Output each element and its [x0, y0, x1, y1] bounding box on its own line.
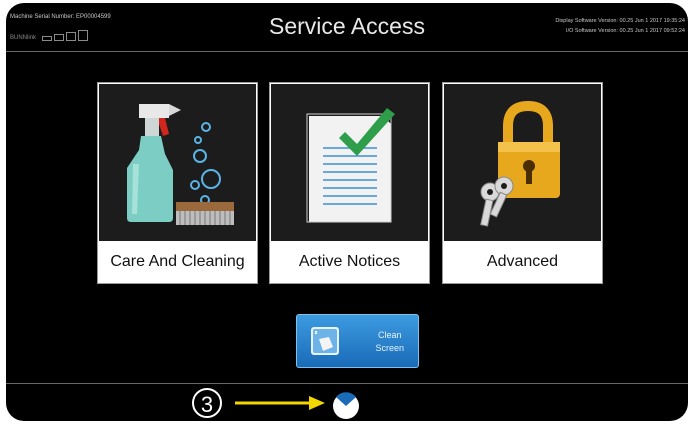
- header: Machine Serial Number: EP00004599 BUNNli…: [6, 3, 688, 51]
- arrow-icon: [235, 396, 325, 410]
- active-notices-label: Active Notices: [298, 253, 401, 270]
- clean-screen-label-line1: Clean: [377, 330, 402, 340]
- care-and-cleaning-button[interactable]: Care And Cleaning: [97, 82, 258, 284]
- wipe-screen-icon: [311, 327, 339, 355]
- footer-divider: [6, 383, 688, 384]
- care-and-cleaning-label: Care And Cleaning: [110, 253, 245, 270]
- header-divider: [6, 51, 688, 52]
- home-button[interactable]: [331, 391, 361, 421]
- clean-screen-label-line2: Screen: [375, 343, 404, 353]
- display-software-version: Display Software Version: 00.25 Jun 1 20…: [555, 18, 685, 24]
- service-access-screen: Machine Serial Number: EP00004599 BUNNli…: [6, 3, 688, 421]
- checklist-icon: [271, 84, 428, 241]
- clean-screen-label: Clean Screen: [375, 329, 404, 355]
- spray-bottle-brush-icon: [99, 84, 256, 241]
- step-number-badge: 3: [192, 388, 222, 418]
- clean-screen-button[interactable]: Clean Screen: [296, 314, 419, 368]
- active-notices-button[interactable]: Active Notices: [269, 82, 430, 284]
- software-versions: Display Software Version: 00.25 Jun 1 20…: [555, 16, 685, 36]
- advanced-button[interactable]: Advanced: [442, 82, 603, 284]
- padlock-keys-icon: [444, 84, 601, 241]
- io-software-version: I/O Software Version: 00.25 Jun 1 2017 0…: [566, 28, 685, 34]
- advanced-label: Advanced: [486, 253, 559, 270]
